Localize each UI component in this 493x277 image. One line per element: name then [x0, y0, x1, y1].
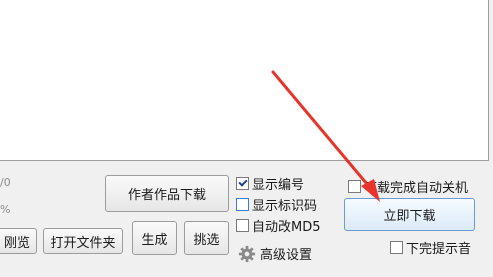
auto-shutdown-label: 下载完成自动关机 — [364, 181, 469, 196]
finish-sound-label: 下完提示音 — [406, 242, 472, 257]
browse-button-label: 刚览 — [3, 235, 30, 251]
finish-sound-box[interactable] — [390, 241, 403, 254]
auto-shutdown-box[interactable] — [348, 180, 361, 193]
progress-percent-text: % — [0, 203, 11, 216]
show-number-checkbox[interactable]: 显示编号 — [236, 174, 304, 193]
auto-md5-checkbox[interactable]: 自动改MD5 — [236, 216, 321, 235]
auto-md5-label: 自动改MD5 — [252, 220, 321, 235]
download-now-label: 立即下载 — [383, 209, 436, 224]
download-now-button[interactable]: 立即下载 — [344, 198, 475, 231]
show-id-code-label: 显示标识码 — [252, 199, 318, 214]
show-id-code-checkbox[interactable]: 显示标识码 — [236, 195, 317, 214]
author-works-download-label: 作者作品下载 — [127, 188, 206, 203]
browse-button[interactable]: 刚览 — [0, 228, 37, 254]
open-folder-button[interactable]: 打开文件夹 — [43, 228, 123, 254]
advanced-settings-link[interactable]: 高级设置 — [238, 244, 312, 263]
pick-label: 挑选 — [193, 232, 220, 248]
author-works-download-button[interactable]: 作者作品下载 — [105, 175, 229, 212]
advanced-settings-label: 高级设置 — [260, 248, 313, 263]
generate-button[interactable]: 生成 — [132, 221, 177, 255]
auto-md5-box[interactable] — [236, 219, 249, 232]
pick-button[interactable]: 挑选 — [184, 221, 229, 255]
open-folder-label: 打开文件夹 — [50, 235, 116, 251]
auto-shutdown-checkbox[interactable]: 下载完成自动关机 — [348, 177, 468, 196]
show-number-label: 显示编号 — [252, 178, 305, 193]
show-number-box[interactable] — [236, 177, 249, 190]
download-log-area[interactable] — [0, 0, 489, 161]
show-id-code-box[interactable] — [236, 198, 249, 211]
finish-sound-checkbox[interactable]: 下完提示音 — [390, 238, 471, 257]
download-count-text: /0 — [0, 176, 11, 189]
generate-label: 生成 — [141, 232, 168, 248]
gear-icon — [238, 245, 256, 262]
